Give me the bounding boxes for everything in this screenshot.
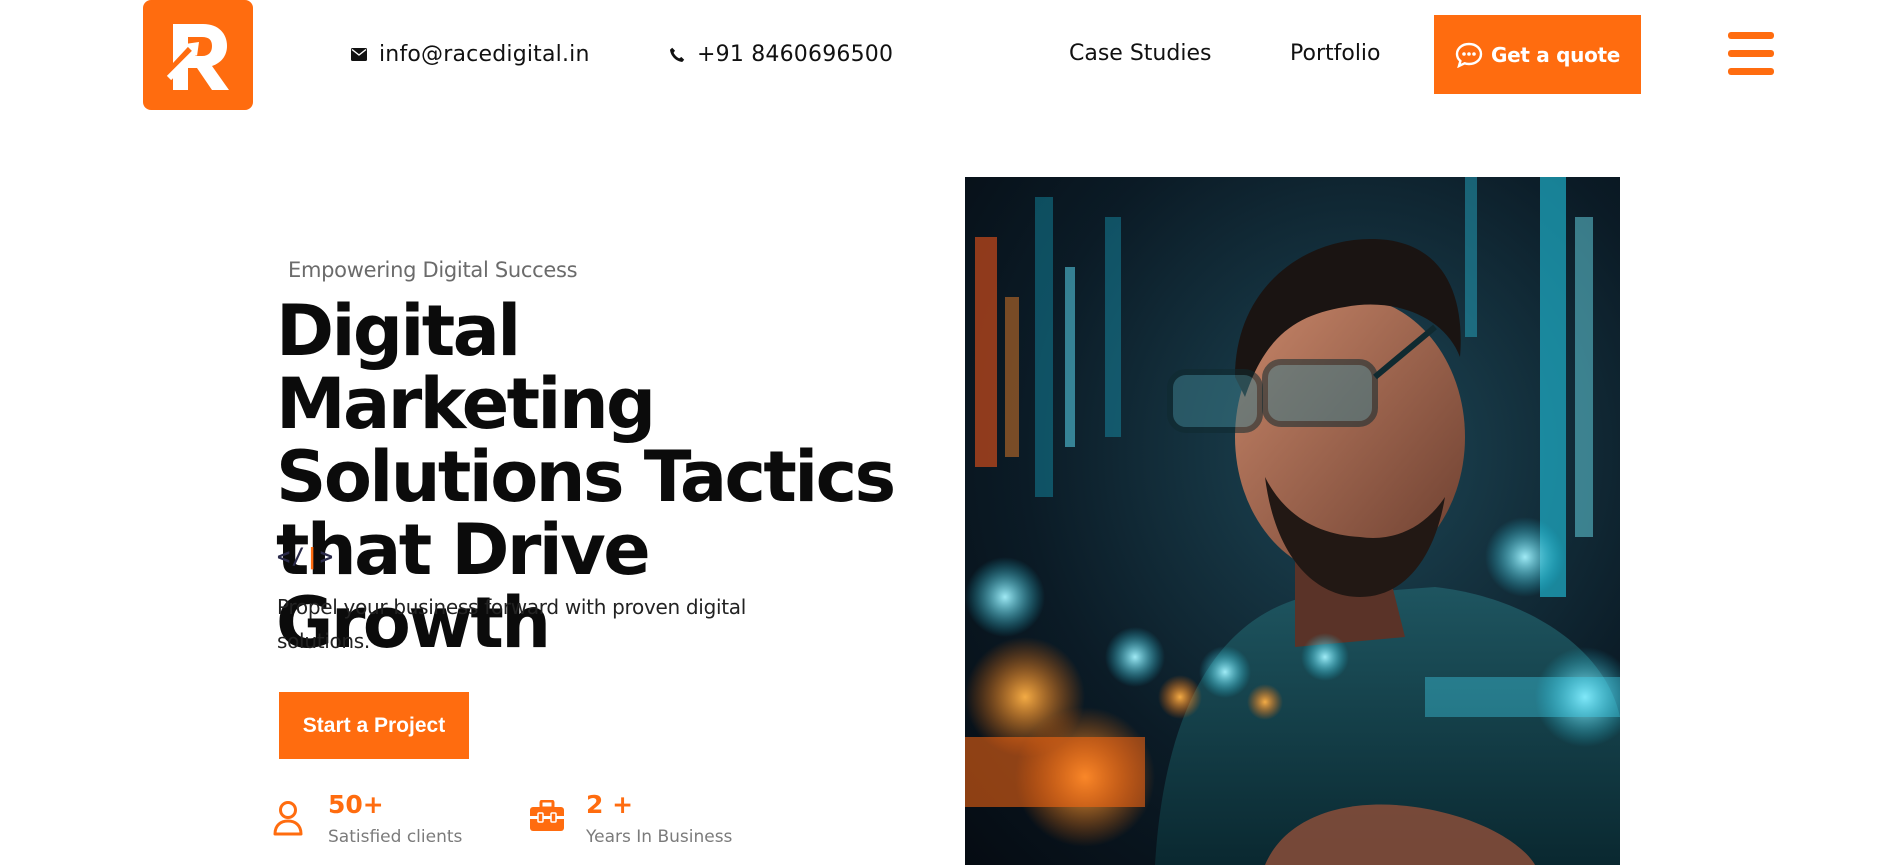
stat-label: Years In Business [586, 827, 733, 847]
start-a-project-button[interactable]: Start a Project [279, 692, 469, 759]
brand-logo[interactable] [143, 0, 253, 110]
logo-r-icon [163, 24, 229, 90]
code-mark-close: > [319, 545, 334, 570]
nav-case-studies[interactable]: Case Studies [1069, 41, 1211, 66]
get-a-quote-label: Get a quote [1490, 42, 1621, 67]
mail-icon [351, 48, 367, 61]
briefcase-icon [530, 800, 564, 831]
hero-photo [965, 177, 1620, 865]
phone-contact[interactable]: +91 8460696500 [669, 42, 893, 67]
headline-line-2: Solutions Tactics [276, 436, 896, 518]
code-mark-bar: | [305, 545, 320, 570]
phone-icon [670, 47, 685, 62]
hero-description: Propel your business forward with proven… [277, 595, 746, 653]
user-icon [273, 801, 303, 836]
stat-years-in-business: 2 + Years In Business [586, 790, 732, 847]
get-a-quote-button[interactable]: Get a quote [1434, 15, 1641, 94]
code-mark-open: </ [277, 545, 306, 570]
code-mark: </|> [277, 545, 334, 570]
hamburger-menu-icon[interactable] [1728, 32, 1774, 75]
stat-label: Satisfied clients [328, 827, 463, 847]
nav-portfolio[interactable]: Portfolio [1290, 41, 1381, 66]
phone-text: +91 8460696500 [697, 42, 894, 67]
stat-value: 50+ [328, 790, 384, 819]
hero-photo-illustration [965, 177, 1620, 865]
email-contact[interactable]: info@racedigital.in [351, 42, 590, 67]
stat-value: 2 + [586, 790, 634, 819]
email-text: info@racedigital.in [379, 42, 590, 67]
hero-eyebrow: Empowering Digital Success [288, 258, 578, 282]
headline-line-1: Digital Marketing [276, 290, 656, 445]
chat-icon [1455, 42, 1483, 68]
stat-satisfied-clients: 50+ Satisfied clients [328, 790, 462, 847]
